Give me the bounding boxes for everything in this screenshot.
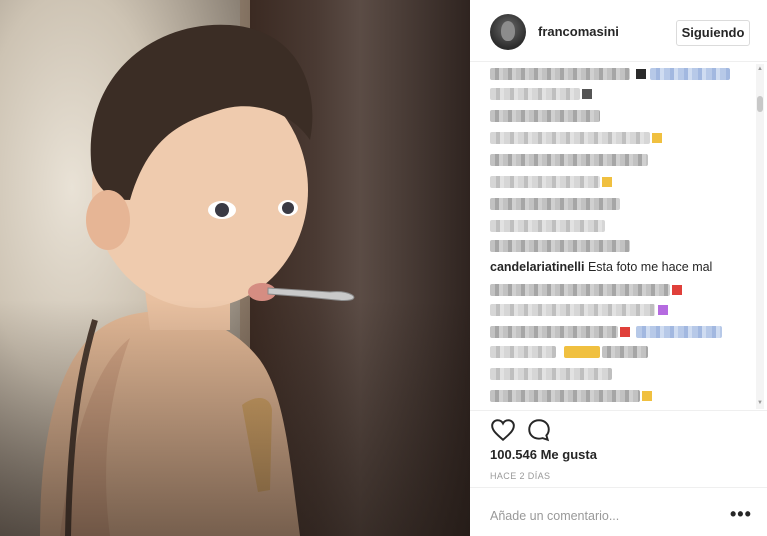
- heart-icon[interactable]: [490, 417, 516, 443]
- blurred-comment: [490, 198, 620, 210]
- blurred-comment: [490, 284, 670, 296]
- blurred-comment: [490, 220, 605, 232]
- blurred-comment: [490, 390, 640, 402]
- comment-icon[interactable]: [526, 417, 552, 443]
- post-actions: 100.546 Me gusta HACE 2 DÍAS Añade un co…: [470, 410, 767, 535]
- comment-input[interactable]: Añade un comentario...: [490, 509, 619, 523]
- blurred-emoji: [602, 177, 612, 187]
- comment-item: candelariatinelli Esta foto me hace mal: [490, 260, 712, 274]
- blurred-mention: [636, 326, 722, 338]
- blurred-emoji: [672, 285, 682, 295]
- likes-count[interactable]: 100.546 Me gusta: [490, 447, 597, 462]
- blurred-comment: [490, 88, 580, 100]
- avatar[interactable]: [490, 14, 526, 50]
- blurred-emoji: [652, 133, 662, 143]
- blurred-comment: [490, 132, 650, 144]
- blurred-comment: [490, 154, 648, 166]
- scrollbar-thumb[interactable]: [757, 96, 763, 112]
- username-link[interactable]: francomasini: [538, 24, 619, 39]
- blurred-comment: [602, 346, 648, 358]
- post-timestamp[interactable]: HACE 2 DÍAS: [490, 471, 550, 481]
- blurred-comment: [490, 240, 630, 252]
- blurred-emoji: [620, 327, 630, 337]
- post-header: francomasini Siguiendo: [470, 0, 767, 62]
- comments-scrollbar[interactable]: [756, 64, 764, 409]
- blurred-comment: [490, 368, 612, 380]
- following-button[interactable]: Siguiendo: [676, 20, 750, 46]
- blurred-emoji: [582, 89, 592, 99]
- scroll-up-arrow-icon[interactable]: ▲: [757, 66, 763, 72]
- more-options-icon[interactable]: •••: [730, 504, 752, 525]
- blurred-comment: [490, 176, 600, 188]
- blurred-emoji: [642, 391, 652, 401]
- blurred-comment: [490, 346, 556, 358]
- scroll-down-arrow-icon[interactable]: ▼: [757, 400, 763, 406]
- blurred-comment: [490, 68, 630, 80]
- blurred-comment: [490, 326, 618, 338]
- comments-list: candelariatinelli Esta foto me hace mal: [490, 64, 752, 409]
- comment-text: Esta foto me hace mal: [587, 260, 713, 274]
- blurred-emoji: [636, 69, 646, 79]
- blurred-comment: [490, 304, 655, 316]
- photo-shadow: [0, 300, 470, 536]
- comment-username[interactable]: candelariatinelli: [490, 260, 584, 274]
- post-photo: [0, 0, 470, 536]
- post-side-panel: francomasini Siguiendo candelariatinelli…: [470, 0, 767, 536]
- blurred-emoji: [564, 346, 600, 358]
- blurred-comment: [490, 110, 600, 122]
- add-comment-bar: Añade un comentario... •••: [470, 487, 767, 535]
- blurred-mention: [650, 68, 730, 80]
- blurred-emoji: [658, 305, 668, 315]
